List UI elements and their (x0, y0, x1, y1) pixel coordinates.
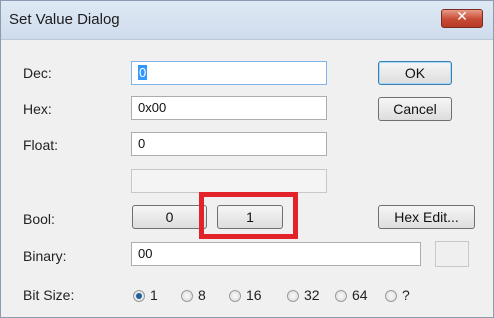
binary-label: Binary: (23, 248, 67, 264)
binary-side-box (435, 241, 469, 267)
highlight-annotation-box (199, 192, 298, 239)
float-label: Float: (23, 137, 59, 153)
radio-icon[interactable] (385, 290, 397, 302)
ok-button[interactable]: OK (378, 61, 452, 85)
radio-icon[interactable] (287, 290, 299, 302)
dec-input-value: 0 (138, 65, 148, 80)
radio-icon[interactable] (181, 290, 193, 302)
bit-size-option-8[interactable]: 8 (181, 287, 206, 305)
bit-size-label: Bit Size: (23, 287, 75, 303)
bool-false-button[interactable]: 0 (132, 205, 207, 229)
dec-input[interactable]: 0 (131, 61, 327, 85)
bool-label: Bool: (23, 211, 55, 227)
hex-label: Hex: (23, 101, 52, 117)
dialog-title: Set Value Dialog (9, 11, 120, 28)
bit-size-option-1[interactable]: 1 (133, 287, 158, 305)
cancel-button[interactable]: Cancel (378, 97, 452, 121)
bit-size-option-32[interactable]: 32 (287, 287, 320, 305)
hex-input[interactable]: 0x00 (131, 96, 327, 120)
bit-size-option-16[interactable]: 16 (229, 287, 262, 305)
radio-icon[interactable] (229, 290, 241, 302)
dec-label: Dec: (23, 65, 52, 81)
hex-edit-button[interactable]: Hex Edit... (378, 205, 475, 229)
bit-size-option-64[interactable]: 64 (335, 287, 368, 305)
close-button[interactable]: ✕ (441, 9, 483, 28)
float-input[interactable]: 0 (131, 132, 327, 156)
bit-size-option-auto[interactable]: ? (385, 287, 410, 305)
string-input-disabled (131, 169, 327, 193)
radio-icon[interactable] (335, 290, 347, 302)
close-icon: ✕ (456, 9, 468, 25)
title-bar[interactable]: Set Value Dialog ✕ (1, 1, 493, 40)
set-value-dialog: Set Value Dialog ✕ Dec: 0 OK Hex: 0x00 C… (0, 0, 494, 318)
binary-input[interactable]: 00 (131, 242, 421, 266)
radio-selected-icon[interactable] (133, 290, 145, 302)
